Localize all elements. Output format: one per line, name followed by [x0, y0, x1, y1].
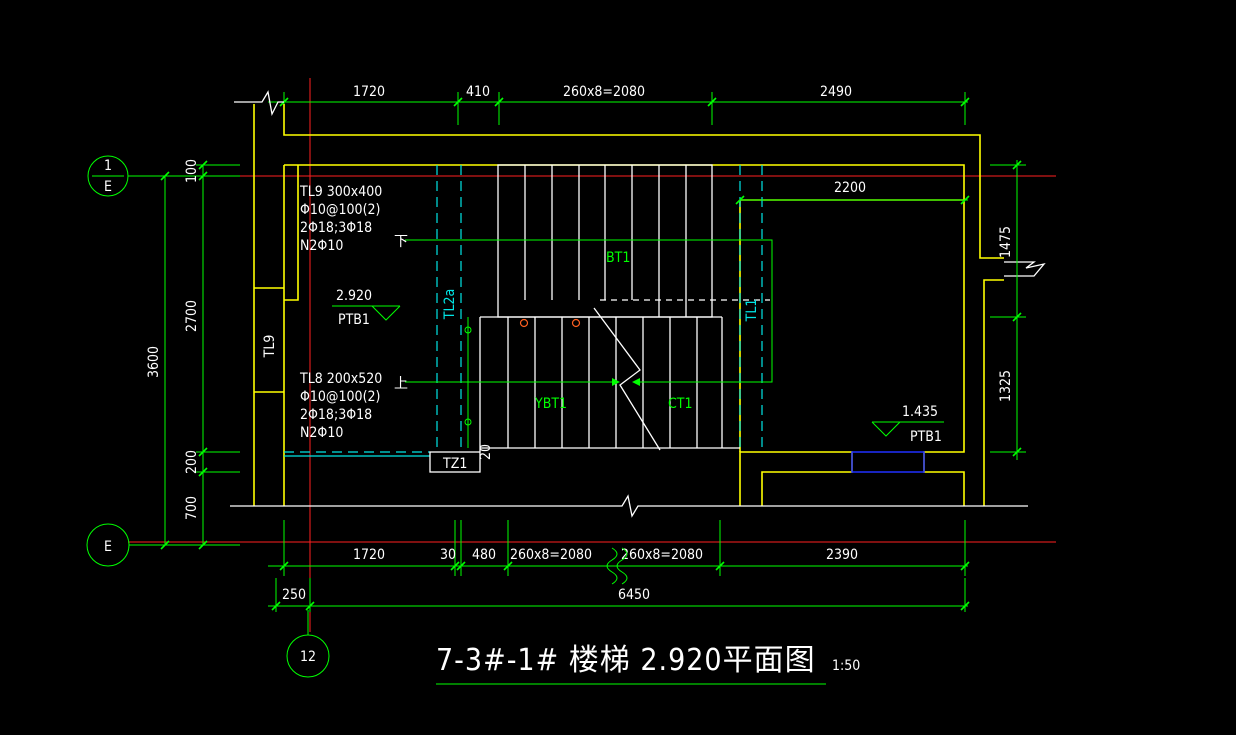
stair-walls [253, 104, 1004, 506]
bottom-dimension: 1720 30 480 260x8=2080 260x8=2080 2390 2… [268, 520, 970, 612]
tl8-line-3: 2Φ18;3Φ18 [300, 407, 372, 423]
up-label: 上 [394, 376, 408, 392]
elevation-mark-2: 1.435 PTB1 [871, 404, 944, 445]
dim-left-3600: 3600 [146, 346, 162, 378]
tl8-line-1: TL8 200x520 [299, 371, 382, 387]
axis-bubble-1e: 1 E [87, 155, 160, 197]
dim-right-1325: 1325 [998, 370, 1014, 402]
elevation-mark-1: 2.920 PTB1 [332, 288, 401, 328]
tl9-line-3: 2Φ18;3Φ18 [300, 220, 372, 236]
tl9-line-4: N2Φ10 [300, 238, 343, 254]
elevation-2920: 2.920 [336, 288, 372, 304]
stair-plan-drawing: 1 E E 12 1720 410 260x8=2080 2490 100 27… [86, 78, 1056, 685]
dim-inner-2200: 2200 [834, 180, 866, 196]
right-dimension: 1475 1325 2200 [735, 160, 1026, 460]
axis-bubble-1e-bottom: E [104, 179, 112, 195]
dim-top-410: 410 [466, 84, 490, 100]
dim-top-2080: 260x8=2080 [563, 84, 645, 100]
dim-bottom-2080-a: 260x8=2080 [510, 547, 592, 563]
down-label: 下 [394, 234, 408, 250]
dim-bottom-480: 480 [472, 547, 496, 563]
axis-bubble-e-label: E [104, 539, 112, 555]
dim-left-200: 200 [184, 450, 200, 474]
dim-bottom-2390: 2390 [826, 547, 858, 563]
wall-break-right [1004, 261, 1046, 277]
left-dimension: 100 2700 200 700 3600 [146, 159, 240, 550]
wall-break-bottom [230, 494, 1028, 518]
tl8-line-4: N2Φ10 [300, 425, 343, 441]
axis-bubble-e: E [86, 523, 160, 567]
dim-bottom-30: 30 [440, 547, 456, 563]
axis-bubble-1e-top: 1 [104, 158, 112, 174]
small-20-label: 20 [478, 444, 494, 460]
dim-overall-6450: 6450 [618, 587, 650, 603]
tz1-label: TZ1 [442, 456, 467, 472]
top-dimension: 1720 410 260x8=2080 2490 [268, 84, 970, 135]
beam-note-tl8: TL8 200x520 Φ10@100(2) 2Φ18;3Φ18 N2Φ10 [299, 371, 382, 441]
dim-right-1475: 1475 [998, 226, 1014, 258]
ptb1-label-2: PTB1 [910, 429, 942, 445]
beam-note-tl9: TL9 300x400 Φ10@100(2) 2Φ18;3Φ18 N2Φ10 [299, 184, 382, 254]
elevation-1435: 1.435 [902, 404, 938, 420]
ct1-label: CT1 [668, 396, 693, 412]
dim-top-2490: 2490 [820, 84, 852, 100]
scale-text: 1:50 [832, 658, 860, 674]
tl9-line-2: Φ10@100(2) [300, 202, 380, 218]
tl9-vertical-label: TL9 [262, 335, 278, 359]
dim-bottom-2080-b: 260x8=2080 [621, 547, 703, 563]
drawing-title: 7-3#-1# 楼梯 2.920平面图 1:50 [436, 643, 860, 685]
title-text: 7-3#-1# 楼梯 2.920平面图 [436, 643, 816, 678]
dim-left-2700: 2700 [184, 300, 200, 332]
wall-break-top [234, 90, 284, 117]
dim-top-1720: 1720 [353, 84, 385, 100]
ybt1-label: YBT1 [534, 396, 567, 412]
tl1-label: TL1 [744, 299, 760, 323]
ptb1-label-1: PTB1 [338, 312, 370, 328]
window-symbol [851, 451, 925, 473]
dim-left-100: 100 [184, 159, 200, 183]
stair-flights [479, 164, 770, 452]
tl9-line-1: TL9 300x400 [299, 184, 382, 200]
dim-bottom-1720: 1720 [353, 547, 385, 563]
axis-bubble-12: 12 [286, 610, 330, 678]
bt1-label: BT1 [606, 250, 630, 266]
tl2a-label: TL2a [442, 289, 458, 320]
dim-left-700: 700 [184, 496, 200, 520]
tl8-line-2: Φ10@100(2) [300, 389, 380, 405]
dim-bottom-250: 250 [282, 587, 306, 603]
axis-bubble-12-label: 12 [300, 649, 316, 665]
